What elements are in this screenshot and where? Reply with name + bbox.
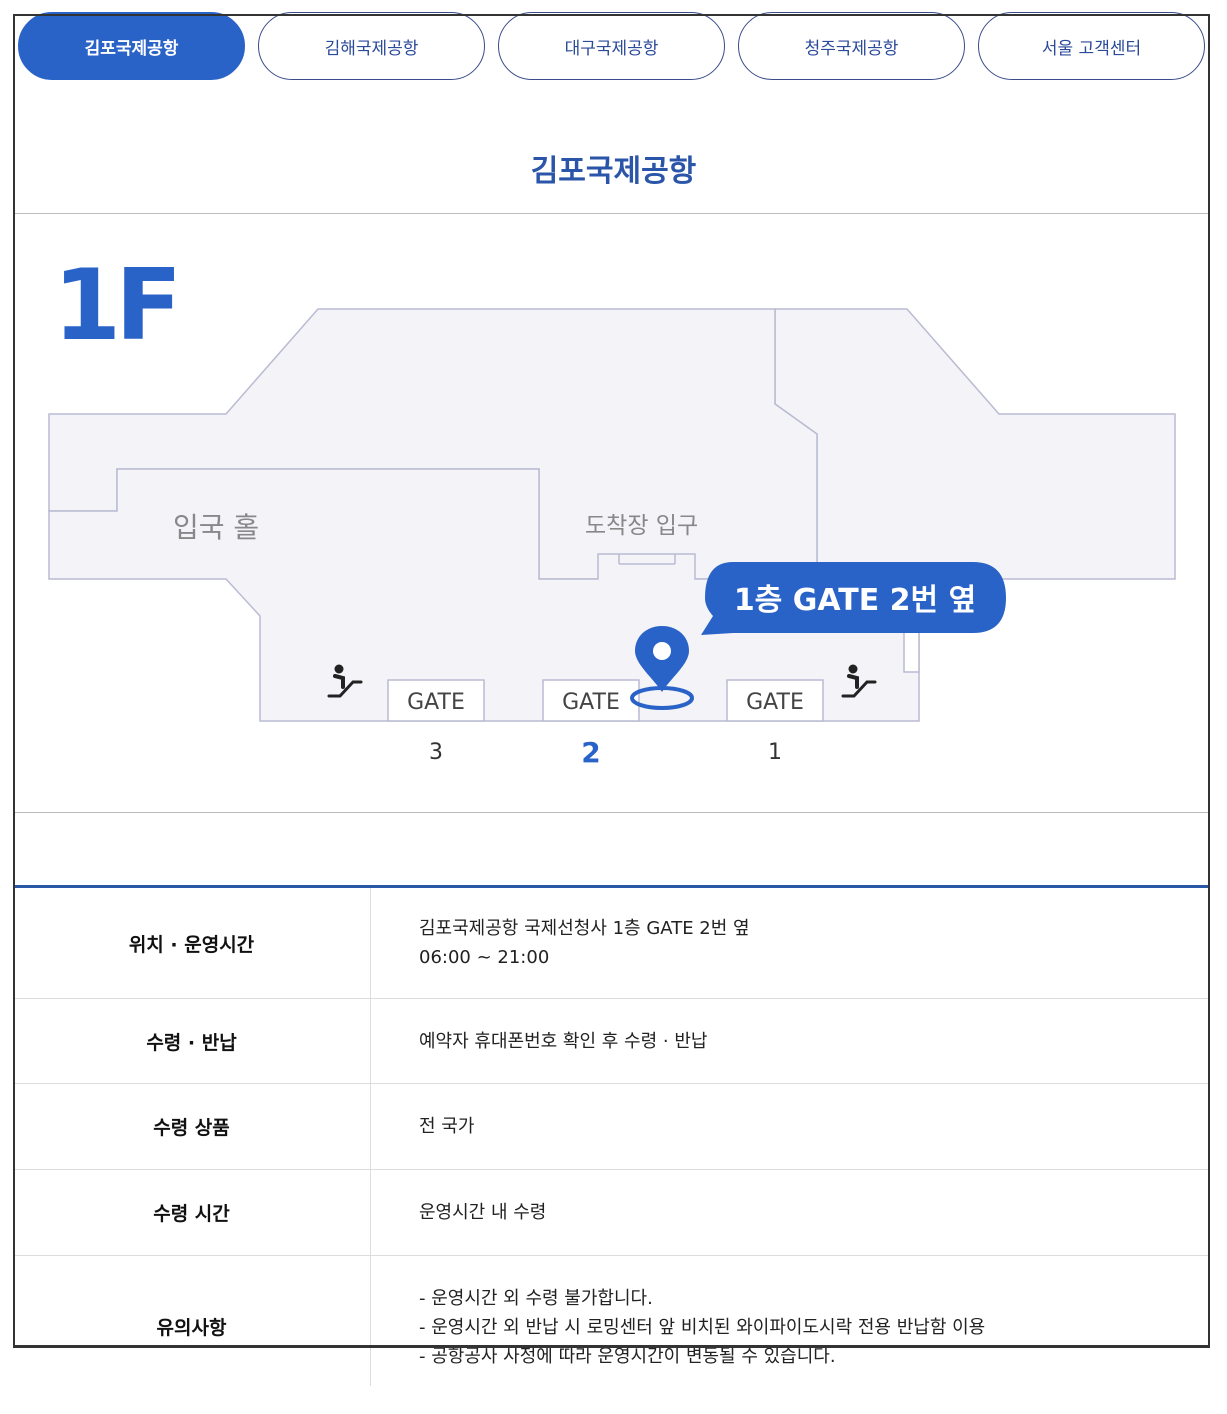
tab-cheongju[interactable]: 청주국제공항 [738,12,965,80]
gate-1-label: GATE [746,690,804,715]
row-label: 수령 상품 [13,1084,371,1169]
row-value: 김포국제공항 국제선청사 1층 GATE 2번 옆 06:00 ~ 21:00 [419,888,750,998]
gate-number-1: 1 [768,740,782,765]
row-value: - 운영시간 외 수령 불가합니다. - 운영시간 외 반납 시 로밍센터 앞 … [419,1256,985,1414]
tab-gimpo[interactable]: 김포국제공항 [18,12,245,80]
gate-3-label: GATE [407,690,465,715]
arrival-entrance-label: 도착장 입구 [585,513,698,539]
row-value-line: 운영시간 내 수령 [419,1202,547,1223]
floor-map-graphic: 1F 입국 홀 도착장 입구 GATE GATE GATE 3 2 1 1층 G… [48,249,1176,769]
right-building-area [774,308,1176,580]
row-value-line: 06:00 ~ 21:00 [419,947,550,968]
row-label: 수령 · 반납 [13,999,371,1083]
gate-number-3: 3 [429,740,443,765]
row-value: 운영시간 내 수령 [419,1170,546,1255]
tab-seoul-service-center[interactable]: 서울 고객센터 [978,12,1205,80]
row-value: 예약자 휴대폰번호 확인 후 수령 · 반납 [419,999,707,1083]
row-value-line: - 운영시간 외 수령 불가합니다. [419,1288,653,1309]
gate-number-2: 2 [581,736,600,769]
callout-text: 1층 GATE 2번 옆 [734,583,976,618]
row-value-line: - 운영시간 외 반납 시 로밍센터 앞 비치된 와이파이도시락 전용 반납함 … [419,1317,986,1338]
floor-label: 1F [53,249,176,363]
table-row: 유의사항 - 운영시간 외 수령 불가합니다. - 운영시간 외 반납 시 로밍… [13,1256,1210,1386]
airport-tabs: 김포국제공항 김해국제공항 대구국제공항 청주국제공항 서울 고객센터 [18,12,1208,82]
table-row: 위치 · 운영시간 김포국제공항 국제선청사 1층 GATE 2번 옆 06:0… [13,888,1210,999]
floor-map: 1F 입국 홀 도착장 입구 GATE GATE GATE 3 2 1 1층 G… [13,213,1210,813]
row-value-line: 예약자 휴대폰번호 확인 후 수령 · 반납 [419,1030,708,1052]
row-label: 수령 시간 [13,1170,371,1255]
row-value-line: - 공항공사 사정에 따라 운영시간이 변동될 수 있습니다. [419,1346,836,1367]
arrival-hall-label: 입국 홀 [173,511,259,544]
gate-2-label: GATE [562,690,620,715]
tab-gimhae[interactable]: 김해국제공항 [258,12,485,80]
row-label: 유의사항 [13,1256,371,1386]
tab-daegu[interactable]: 대구국제공항 [498,12,725,80]
location-callout: 1층 GATE 2번 옆 [701,562,1006,635]
table-row: 수령 · 반납 예약자 휴대폰번호 확인 후 수령 · 반납 [13,999,1210,1084]
table-row: 수령 상품 전 국가 [13,1084,1210,1170]
table-row: 수령 시간 운영시간 내 수령 [13,1170,1210,1256]
row-value-line: 김포국제공항 국제선청사 1층 GATE 2번 옆 [419,918,750,939]
page-title: 김포국제공항 [530,154,697,189]
row-value: 전 국가 [419,1084,474,1169]
row-value-line: 전 국가 [419,1116,475,1137]
row-label: 위치 · 운영시간 [13,888,371,998]
